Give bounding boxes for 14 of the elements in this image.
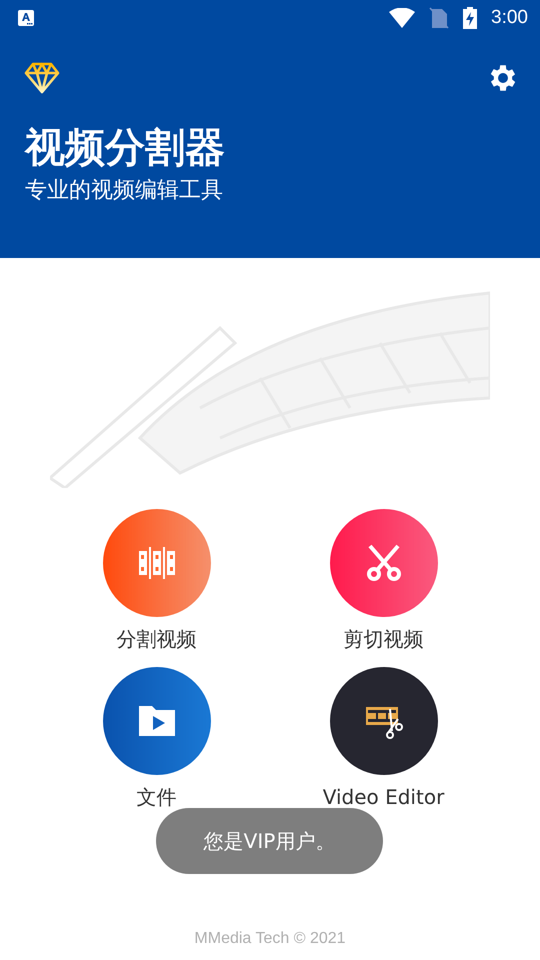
wifi-icon (389, 8, 416, 28)
app-title: 视频分割器 (23, 124, 226, 173)
copyright-text: MMedia Tech © 2021 (193, 930, 347, 948)
diamond-icon[interactable] (24, 62, 60, 94)
keyboard-app-icon (18, 10, 34, 26)
toast-message: 您是VIP用户。 (156, 808, 383, 874)
battery-charging-icon (463, 7, 478, 29)
tool-label: 剪切视频 (344, 626, 424, 653)
no-sim-icon (429, 7, 450, 29)
tool-label: 分割视频 (116, 626, 196, 653)
clock-time: 3:00 (491, 7, 528, 29)
app-subtitle: 专业的视频编辑工具 (24, 177, 224, 205)
tool-label: Video Editor (322, 784, 444, 811)
tool-label: 文件 (136, 784, 176, 811)
